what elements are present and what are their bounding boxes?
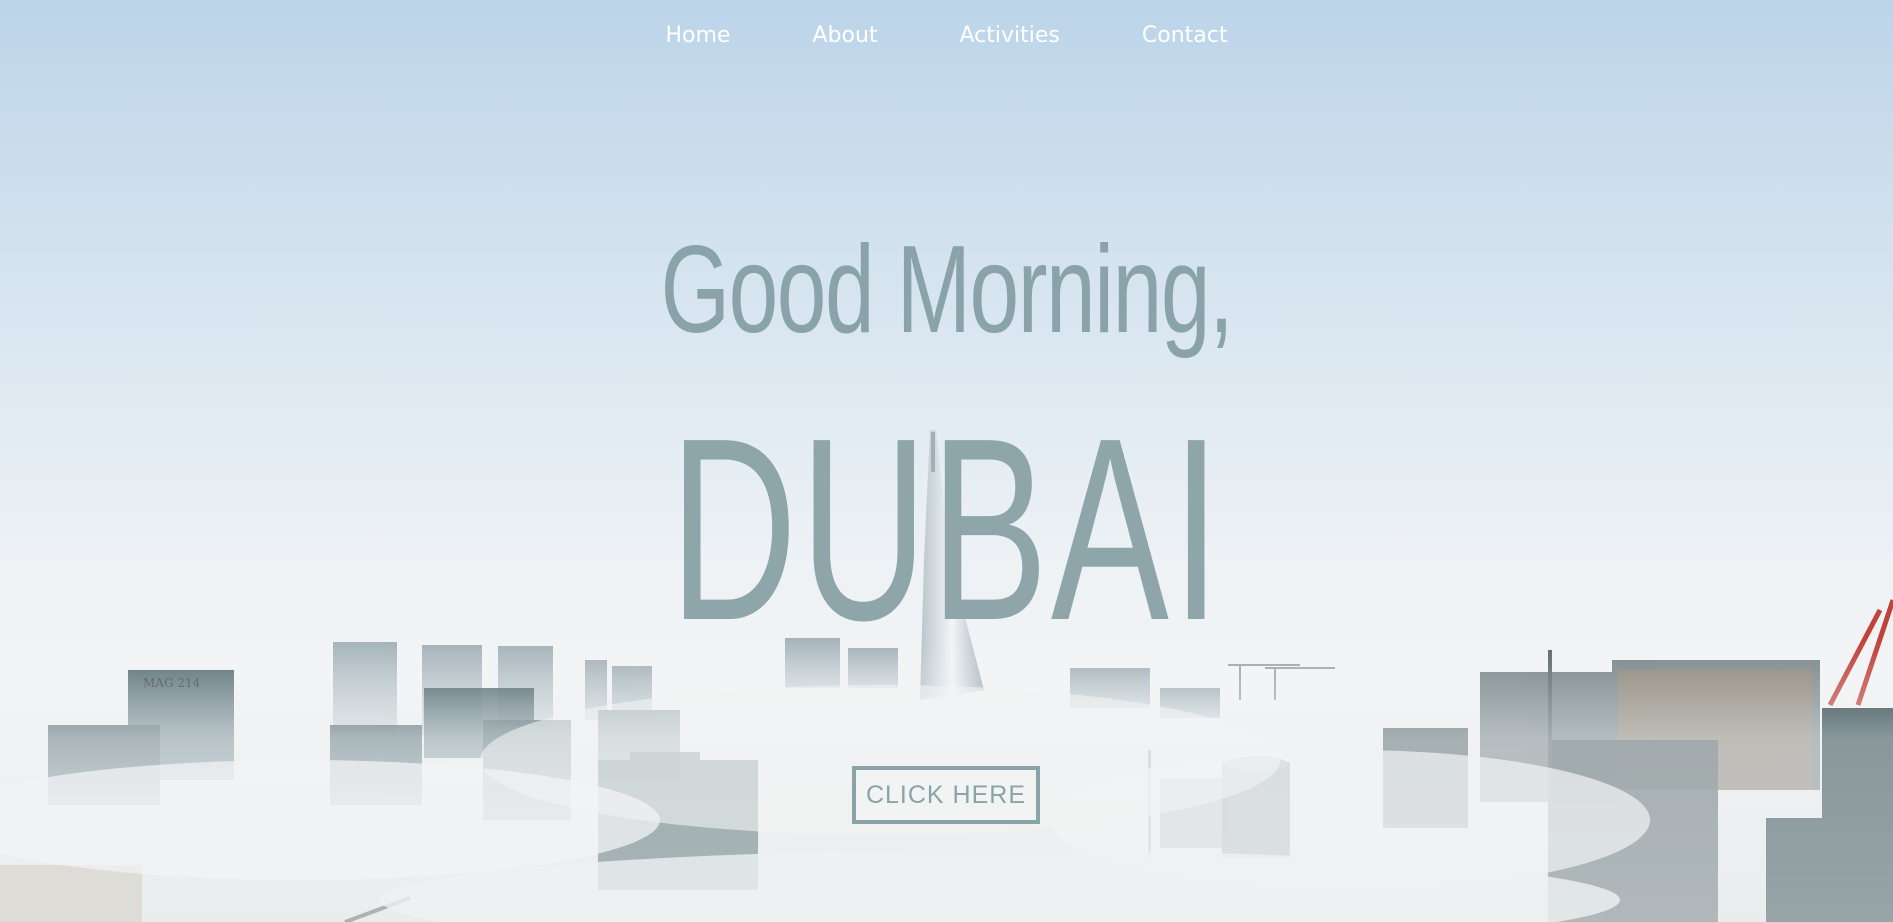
hero-greeting: Good Morning, [660, 221, 1234, 359]
hero-section: MAG 214 [0, 0, 1893, 922]
hero-title-city: DUBAI [669, 385, 1224, 675]
main-navigation: Home About Activities Contact [0, 20, 1893, 52]
nav-link-activities[interactable]: Activities [919, 20, 1101, 52]
nav-link-about[interactable]: About [771, 20, 918, 52]
click-here-button[interactable]: CLICK HERE [852, 766, 1040, 824]
nav-link-contact[interactable]: Contact [1101, 20, 1269, 52]
nav-link-home[interactable]: Home [625, 20, 772, 52]
